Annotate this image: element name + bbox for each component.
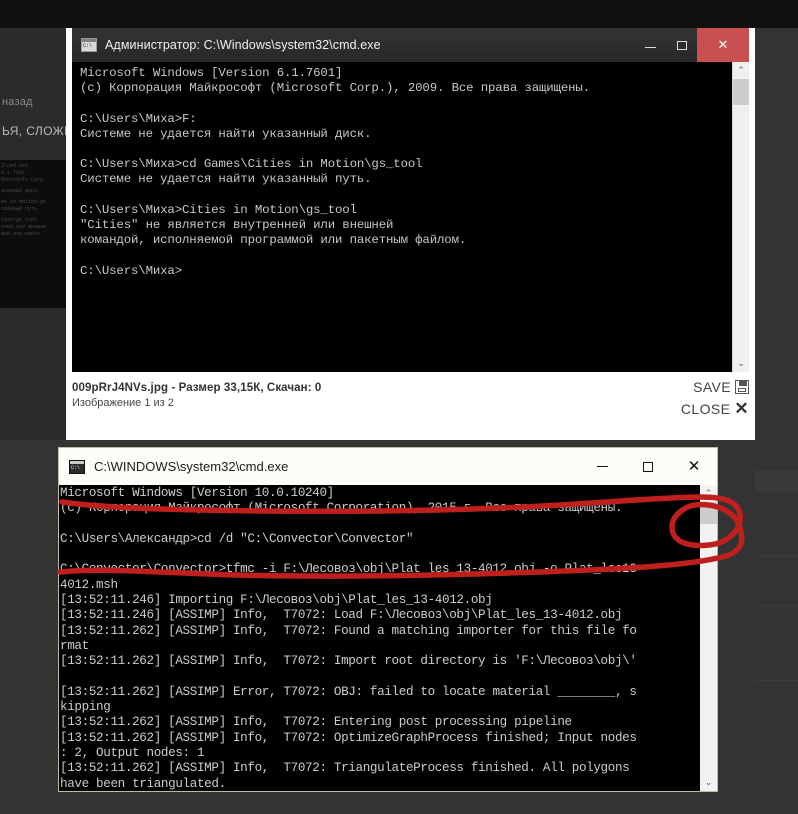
- scrollbar-thumb[interactable]: [700, 502, 717, 524]
- minimize-icon: [644, 47, 656, 48]
- close-icon: ✕: [687, 458, 701, 475]
- scroll-down-icon[interactable]: ⌄: [700, 774, 717, 791]
- close-button[interactable]: ✕: [697, 28, 749, 62]
- background-block: [755, 786, 798, 814]
- scroll-up-icon[interactable]: ⌃: [700, 485, 717, 502]
- thumb-line: нней или внешне: [1, 224, 47, 230]
- background-top-strip: [0, 0, 798, 28]
- cmd-console-icon: [81, 38, 97, 52]
- background-divider: [755, 555, 798, 556]
- window2-title-bar[interactable]: C:\WINDOWS\system32\cmd.exe ✕: [59, 448, 717, 485]
- close-button[interactable]: ✕: [671, 448, 717, 485]
- save-button[interactable]: SAVE: [681, 379, 749, 395]
- thumb-line: мой или пакет: [1, 231, 41, 237]
- thumb-line: азанный путь.: [1, 206, 41, 212]
- thumb-line: tion\gs_tool: [1, 217, 38, 223]
- x-mark-icon: ✕: [734, 399, 749, 418]
- floppy-disk-icon: [735, 380, 749, 394]
- minimize-button[interactable]: [579, 448, 625, 485]
- thumb-line: Microsoft Corp.: [1, 177, 47, 183]
- window2-console-output: Microsoft Windows [Version 10.0.10240] (…: [60, 486, 637, 791]
- thumb-line: 2\cmd.exe: [1, 163, 29, 169]
- background-back-link[interactable]: назад: [2, 96, 33, 108]
- background-thumbnail-preview[interactable]: 2\cmd.exe 6.1.7601 Microsoft Corp. азанн…: [0, 160, 66, 308]
- lightbox-image-counter: Изображение 1 из 2: [72, 397, 174, 409]
- close-button[interactable]: CLOSE ✕: [680, 399, 749, 418]
- maximize-button[interactable]: [625, 448, 671, 485]
- lightbox-actions: SAVE CLOSE ✕: [681, 379, 749, 423]
- window1-console-output: Microsoft Windows [Version 6.1.7601] (c)…: [80, 66, 590, 278]
- scroll-down-icon[interactable]: ⌄: [733, 355, 749, 372]
- cmd-window-admin[interactable]: Администратор: C:\Windows\system32\cmd.e…: [72, 28, 749, 372]
- minimize-button[interactable]: [633, 28, 667, 62]
- window2-scrollbar[interactable]: ⌃ ⌄: [700, 485, 717, 791]
- close-label: CLOSE: [680, 401, 731, 417]
- window2-controls: ✕: [579, 448, 717, 485]
- lightbox-info-bar: 009pRrJ4NVs.jpg - Размер 33,15К, Скачан:…: [72, 379, 749, 417]
- minimize-icon: [596, 466, 608, 467]
- background-right-column: [755, 28, 798, 814]
- window1-controls: ✕: [633, 28, 749, 62]
- window1-title-text: Администратор: C:\Windows\system32\cmd.e…: [105, 38, 381, 52]
- thumb-line: 6.1.7601: [1, 170, 26, 176]
- background-divider: [755, 605, 798, 606]
- background-divider: [755, 680, 798, 681]
- maximize-button[interactable]: [667, 28, 697, 62]
- window2-title-text: C:\WINDOWS\system32\cmd.exe: [94, 459, 289, 474]
- lightbox-filename: 009pRrJ4NVs.jpg - Размер 33,15К, Скачан:…: [72, 382, 322, 394]
- maximize-icon: [643, 461, 653, 472]
- screenshot-root: назад ЬЯ, СЛОЖИ 2\cmd.exe 6.1.7601 Micro…: [0, 0, 798, 814]
- background-block: [755, 470, 798, 492]
- scrollbar-thumb[interactable]: [733, 79, 749, 105]
- maximize-icon: [677, 40, 687, 50]
- save-label: SAVE: [693, 379, 731, 395]
- thumb-line: es in Motion\gs: [1, 199, 47, 205]
- window1-scrollbar[interactable]: ⌃ ⌄: [732, 62, 749, 372]
- thumb-line: азанный диск.: [1, 188, 41, 194]
- scroll-up-icon[interactable]: ⌃: [733, 62, 749, 79]
- cmd-console-icon: [69, 459, 85, 474]
- window1-console-body[interactable]: Microsoft Windows [Version 6.1.7601] (c)…: [72, 62, 749, 372]
- background-heading: ЬЯ, СЛОЖИ: [2, 124, 74, 138]
- window2-console-body[interactable]: Microsoft Windows [Version 10.0.10240] (…: [59, 485, 717, 791]
- window1-title-bar[interactable]: Администратор: C:\Windows\system32\cmd.e…: [72, 28, 749, 62]
- cmd-window-user[interactable]: C:\WINDOWS\system32\cmd.exe ✕ Microsoft …: [58, 447, 718, 792]
